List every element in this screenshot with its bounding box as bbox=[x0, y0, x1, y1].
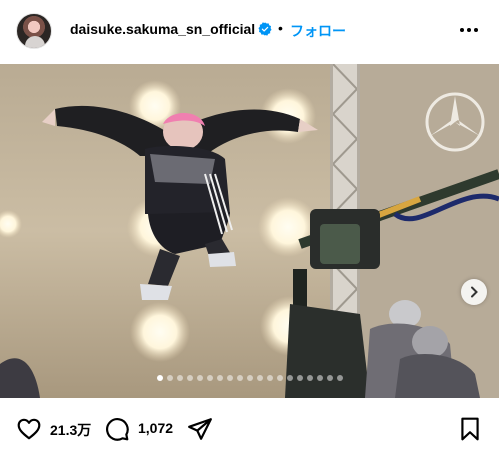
carousel-dot bbox=[296, 375, 303, 381]
likes-count[interactable]: 21.3万 bbox=[50, 420, 91, 440]
carousel-dot bbox=[206, 375, 213, 381]
chevron-right-icon bbox=[471, 286, 478, 298]
carousel-dot bbox=[326, 375, 333, 381]
carousel-dot bbox=[226, 375, 233, 381]
next-slide-button[interactable] bbox=[461, 279, 487, 305]
action-bar: 21.3万 1,072 bbox=[0, 398, 499, 452]
bookmark-icon[interactable] bbox=[457, 416, 483, 442]
carousel-dot bbox=[156, 375, 163, 381]
carousel-dot bbox=[186, 375, 193, 381]
instagram-post: daisuke.sakuma_sn_official • フォロー 21.3万 … bbox=[0, 0, 499, 452]
carousel-dot bbox=[316, 375, 323, 381]
follow-button[interactable]: フォロー bbox=[290, 21, 346, 41]
heart-icon[interactable] bbox=[16, 416, 42, 442]
share-icon[interactable] bbox=[187, 416, 213, 442]
carousel-dot bbox=[176, 375, 183, 381]
carousel-dot bbox=[276, 375, 283, 381]
post-photo[interactable] bbox=[0, 64, 499, 398]
carousel-dot bbox=[266, 375, 273, 381]
photo-illustration bbox=[0, 64, 499, 398]
carousel-dot bbox=[196, 375, 203, 381]
verified-badge-icon bbox=[258, 22, 272, 36]
avatar[interactable] bbox=[16, 13, 52, 49]
post-header: daisuke.sakuma_sn_official • フォロー bbox=[0, 0, 499, 64]
carousel-dot bbox=[236, 375, 243, 381]
carousel-indicator bbox=[0, 375, 499, 381]
carousel-dot bbox=[216, 375, 223, 381]
carousel-dot bbox=[256, 375, 263, 381]
carousel-dot bbox=[336, 375, 343, 381]
carousel-dot bbox=[166, 375, 173, 381]
more-options-icon[interactable] bbox=[458, 22, 480, 38]
header-separator: • bbox=[278, 20, 283, 36]
carousel-dot bbox=[306, 375, 313, 381]
carousel-dot bbox=[246, 375, 253, 381]
comments-count[interactable]: 1,072 bbox=[138, 420, 173, 436]
carousel-dot bbox=[286, 375, 293, 381]
comment-icon[interactable] bbox=[104, 416, 130, 442]
username[interactable]: daisuke.sakuma_sn_official bbox=[70, 21, 255, 37]
